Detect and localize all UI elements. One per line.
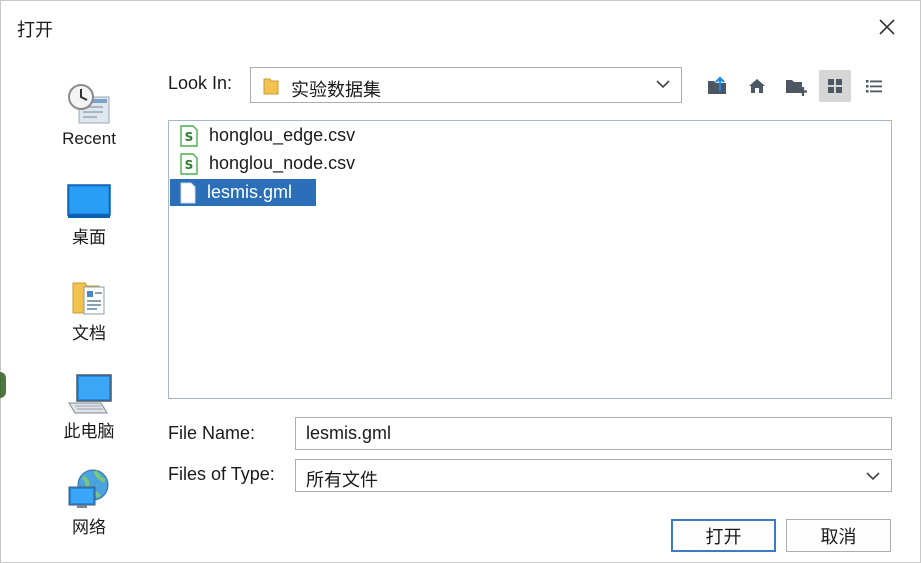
file-name: honglou_edge.csv: [209, 125, 356, 145]
close-icon[interactable]: [874, 14, 900, 40]
file-item[interactable]: S honglou_edge.csv: [170, 122, 363, 149]
file-type-label: Files of Type:: [168, 464, 275, 484]
sidebar-item-network[interactable]: 网络: [49, 467, 129, 538]
grid-icon: [828, 79, 842, 93]
cancel-button[interactable]: 取消: [786, 519, 891, 552]
computer-icon: [68, 374, 112, 414]
sidebar-item-documents[interactable]: 文档: [49, 277, 129, 344]
look-in-combo[interactable]: 实验数据集: [250, 67, 682, 103]
file-name-input[interactable]: [295, 417, 892, 450]
home-button[interactable]: [741, 70, 773, 102]
home-icon: [749, 79, 765, 93]
file-icon: [180, 182, 196, 203]
file-type-select[interactable]: 所有文件: [295, 459, 892, 492]
details-icon: [866, 80, 882, 93]
background-window-edge: [0, 372, 6, 398]
dialog-title: 打开: [17, 20, 53, 40]
sidebar-item-label: 此电脑: [63, 422, 115, 441]
file-name: lesmis.gml: [207, 182, 293, 202]
csv-icon: S: [180, 124, 198, 147]
documents-icon: [72, 282, 105, 315]
new-folder-button[interactable]: [780, 70, 812, 102]
network-icon: [68, 469, 109, 508]
file-item-selected[interactable]: lesmis.gml: [170, 179, 316, 206]
sidebar-item-desktop[interactable]: 桌面: [49, 183, 129, 248]
file-name: honglou_node.csv: [209, 153, 356, 173]
sidebar-item-label: 文档: [72, 324, 106, 343]
sidebar-item-recent[interactable]: Recent: [49, 81, 129, 149]
sidebar-item-label: Recent: [62, 129, 116, 148]
look-in-label: Look In:: [168, 73, 233, 93]
chevron-down-icon: [656, 80, 670, 89]
file-type-value: 所有文件: [306, 470, 378, 490]
sidebar-item-label: 网络: [72, 518, 106, 537]
svg-text:S: S: [185, 158, 194, 172]
up-one-level-button[interactable]: [701, 70, 733, 102]
open-file-dialog: 打开 Recent 桌面 文档 此电脑 网络 Look In: 实验数据集 S …: [0, 0, 921, 563]
file-item[interactable]: S honglou_node.csv: [170, 150, 363, 177]
csv-icon: S: [180, 152, 198, 175]
chevron-down-icon: [866, 472, 880, 481]
recent-icon: [68, 84, 110, 124]
open-button[interactable]: 打开: [671, 519, 776, 552]
folder-icon: [263, 78, 279, 95]
svg-text:S: S: [185, 130, 194, 144]
look-in-value: 实验数据集: [291, 80, 381, 100]
sidebar-item-label: 桌面: [72, 228, 106, 247]
details-view-button[interactable]: [858, 70, 890, 102]
up-folder-icon: [708, 76, 726, 94]
sidebar-item-this-pc[interactable]: 此电脑: [49, 373, 129, 442]
file-list[interactable]: S honglou_edge.csv S honglou_node.csv le…: [168, 120, 892, 399]
new-folder-icon: [786, 80, 807, 96]
desktop-icon: [67, 184, 111, 218]
list-view-button[interactable]: [819, 70, 851, 102]
file-name-label: File Name:: [168, 423, 256, 443]
